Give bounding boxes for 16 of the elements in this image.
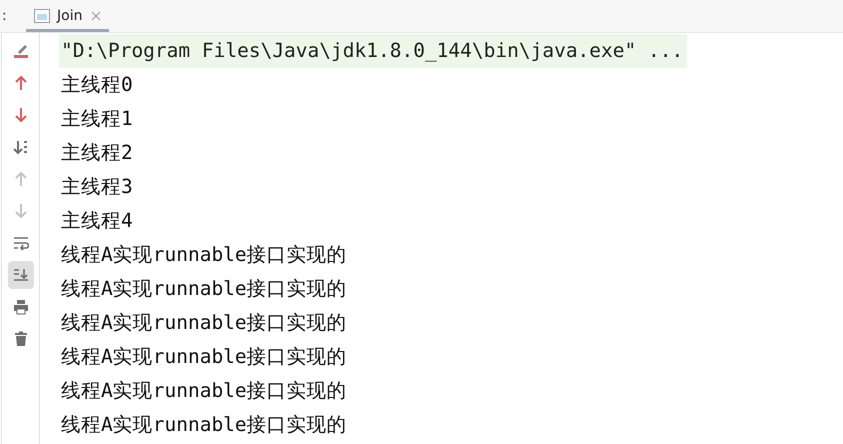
output-line: 线程A实现runnable接口实现的 [60, 276, 347, 302]
output-line: 主线程2 [60, 140, 133, 166]
output-line: 线程A实现runnable接口实现的 [60, 242, 347, 268]
output-line: 线程A实现runnable接口实现的 [60, 344, 347, 370]
output-line: 线程A实现runnable接口实现的 [60, 310, 347, 336]
output-line: 主线程1 [60, 106, 133, 132]
window-icon [34, 9, 50, 23]
panel-label: : [2, 8, 8, 24]
output-line: 主线程4 [60, 208, 133, 234]
close-icon[interactable] [91, 11, 102, 21]
output-line: 线程A实现runnable接口实现的 [60, 378, 347, 404]
scroll-to-end-icon[interactable] [8, 261, 34, 289]
output-line: 线程A实现runnable接口实现的 [60, 412, 347, 438]
console-tab[interactable]: Join [26, 0, 110, 32]
output-line: 主线程0 [60, 72, 133, 98]
output-line: 主线程3 [60, 174, 133, 200]
